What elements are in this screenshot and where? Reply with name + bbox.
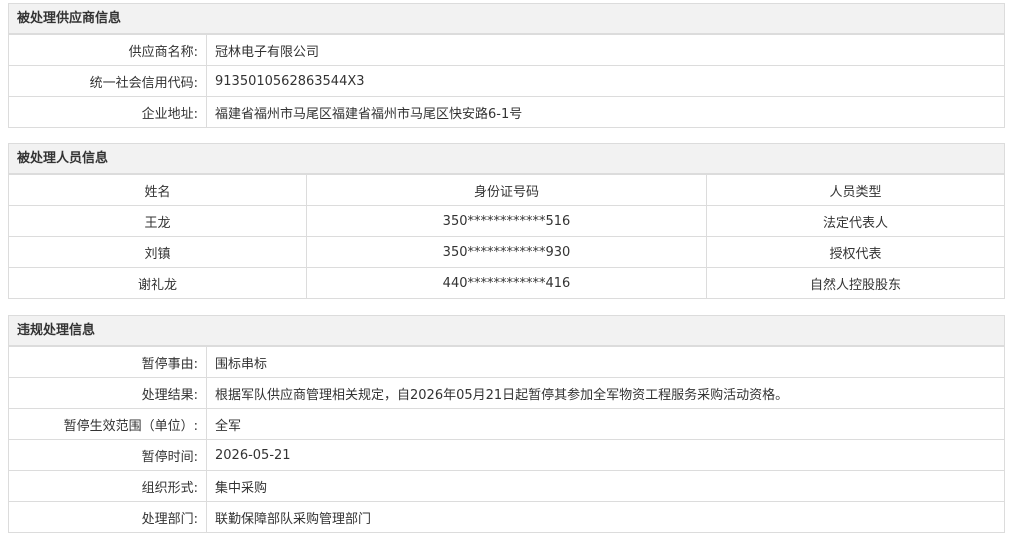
handling-department-value: 联勤保障部队采购管理部门 [206, 501, 1005, 533]
violation-section-title: 违规处理信息 [8, 315, 1005, 346]
person-type: 授权代表 [706, 236, 1005, 268]
table-row: 处理结果: 根据军队供应商管理相关规定，自2026年05月21日起暂停其参加全军… [8, 377, 1005, 409]
organization-form-label: 组织形式: [8, 470, 207, 502]
supplier-section-title: 被处理供应商信息 [8, 3, 1005, 34]
supplier-name-value: 冠林电子有限公司 [206, 34, 1005, 66]
person-name: 谢礼龙 [8, 267, 307, 299]
suspension-reason-value: 围标串标 [206, 346, 1005, 378]
suspension-date-value: 2026-05-21 [206, 439, 1005, 471]
handling-result-value: 根据军队供应商管理相关规定，自2026年05月21日起暂停其参加全军物资工程服务… [206, 377, 1005, 409]
suspension-scope-value: 全军 [206, 408, 1005, 440]
column-header-id-number: 身份证号码 [306, 174, 707, 206]
person-id-number: 350************516 [306, 205, 707, 237]
person-name: 刘镇 [8, 236, 307, 268]
handling-department-label: 处理部门: [8, 501, 207, 533]
supplier-name-label: 供应商名称: [8, 34, 207, 66]
table-row: 暂停时间: 2026-05-21 [8, 439, 1005, 471]
person-id-number: 440************416 [306, 267, 707, 299]
table-row: 企业地址: 福建省福州市马尾区福建省福州市马尾区快安路6-1号 [8, 96, 1005, 128]
persons-table: 姓名 身份证号码 人员类型 王龙 350************516 法定代表… [8, 174, 1005, 299]
organization-form-value: 集中采购 [206, 470, 1005, 502]
persons-section: 被处理人员信息 姓名 身份证号码 人员类型 王龙 350************… [8, 143, 1005, 299]
credit-code-value: 913501056286354​4X3 [206, 65, 1005, 97]
address-label: 企业地址: [8, 96, 207, 128]
person-id-number: 350************930 [306, 236, 707, 268]
table-row: 暂停事由: 围标串标 [8, 346, 1005, 378]
suspension-date-label: 暂停时间: [8, 439, 207, 471]
handling-result-label: 处理结果: [8, 377, 207, 409]
table-row: 处理部门: 联勤保障部队采购管理部门 [8, 501, 1005, 533]
supplier-section: 被处理供应商信息 供应商名称: 冠林电子有限公司 统一社会信用代码: 91350… [8, 3, 1005, 128]
suspension-scope-label: 暂停生效范围（单位）: [8, 408, 207, 440]
table-header-row: 姓名 身份证号码 人员类型 [8, 174, 1005, 206]
violation-section: 违规处理信息 暂停事由: 围标串标 处理结果: 根据军队供应商管理相关规定，自2… [8, 315, 1005, 533]
person-type: 自然人控股股东 [706, 267, 1005, 299]
table-row: 王龙 350************516 法定代表人 [8, 205, 1005, 237]
credit-code-label: 统一社会信用代码: [8, 65, 207, 97]
address-value: 福建省福州市马尾区福建省福州市马尾区快安路6-1号 [206, 96, 1005, 128]
suspension-reason-label: 暂停事由: [8, 346, 207, 378]
table-row: 暂停生效范围（单位）: 全军 [8, 408, 1005, 440]
table-row: 组织形式: 集中采购 [8, 470, 1005, 502]
persons-section-title: 被处理人员信息 [8, 143, 1005, 174]
violation-table: 暂停事由: 围标串标 处理结果: 根据军队供应商管理相关规定，自2026年05月… [8, 346, 1005, 533]
table-row: 刘镇 350************930 授权代表 [8, 236, 1005, 268]
column-header-person-type: 人员类型 [706, 174, 1005, 206]
person-type: 法定代表人 [706, 205, 1005, 237]
table-row: 供应商名称: 冠林电子有限公司 [8, 34, 1005, 66]
table-row: 谢礼龙 440************416 自然人控股股东 [8, 267, 1005, 299]
person-name: 王龙 [8, 205, 307, 237]
column-header-name: 姓名 [8, 174, 307, 206]
supplier-table: 供应商名称: 冠林电子有限公司 统一社会信用代码: 91350105628635… [8, 34, 1005, 128]
table-row: 统一社会信用代码: 913501056286354​4X3 [8, 65, 1005, 97]
